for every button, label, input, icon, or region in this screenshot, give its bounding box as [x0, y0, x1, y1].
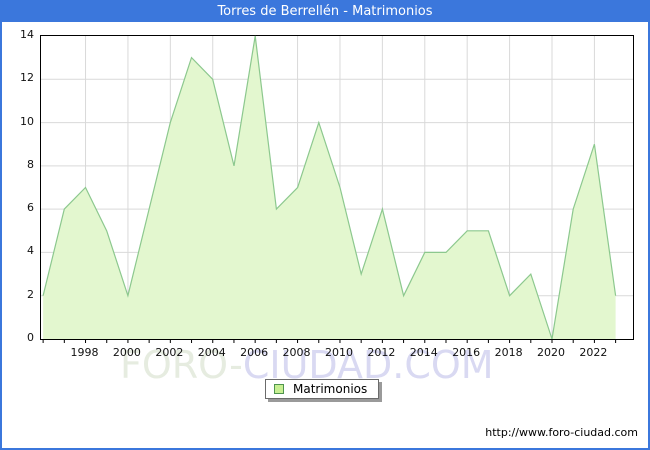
- x-tick-label: 2020: [537, 346, 565, 359]
- x-tick-label: 2000: [112, 346, 141, 359]
- footer-url: http://www.foro-ciudad.com: [485, 426, 638, 439]
- plot-area: [40, 35, 634, 343]
- x-tick-label: 2012: [367, 346, 396, 359]
- x-tick-label: 2004: [197, 346, 226, 359]
- y-tick-label: 2: [27, 287, 34, 301]
- x-tick-label: 2022: [579, 346, 608, 359]
- area-chart-svg: [41, 35, 633, 343]
- chart-title: Torres de Berrellén - Matrimonios: [2, 2, 648, 22]
- chart-window: Torres de Berrellén - Matrimonios FORO-C…: [0, 0, 650, 450]
- x-tick-label: 1998: [70, 346, 99, 359]
- legend-label: Matrimonios: [293, 382, 368, 396]
- y-tick-label: 4: [27, 244, 34, 258]
- x-tick-label: 2006: [240, 346, 269, 359]
- y-tick-label: 6: [27, 201, 34, 215]
- x-tick-label: 2002: [155, 346, 184, 359]
- x-tick-label: 2008: [282, 346, 311, 359]
- legend: Matrimonios: [265, 379, 380, 399]
- y-tick-label: 8: [27, 157, 34, 171]
- y-tick-label: 14: [20, 28, 34, 41]
- x-tick-label: 2014: [409, 346, 438, 359]
- x-tick-label: 2016: [452, 346, 481, 359]
- legend-swatch-icon: [274, 384, 284, 394]
- x-tick-label: 2018: [494, 346, 523, 359]
- y-tick-label: 0: [27, 331, 34, 344]
- x-tick-label: 2010: [324, 346, 353, 359]
- y-tick-label: 10: [20, 114, 34, 128]
- y-tick-label: 12: [20, 71, 34, 85]
